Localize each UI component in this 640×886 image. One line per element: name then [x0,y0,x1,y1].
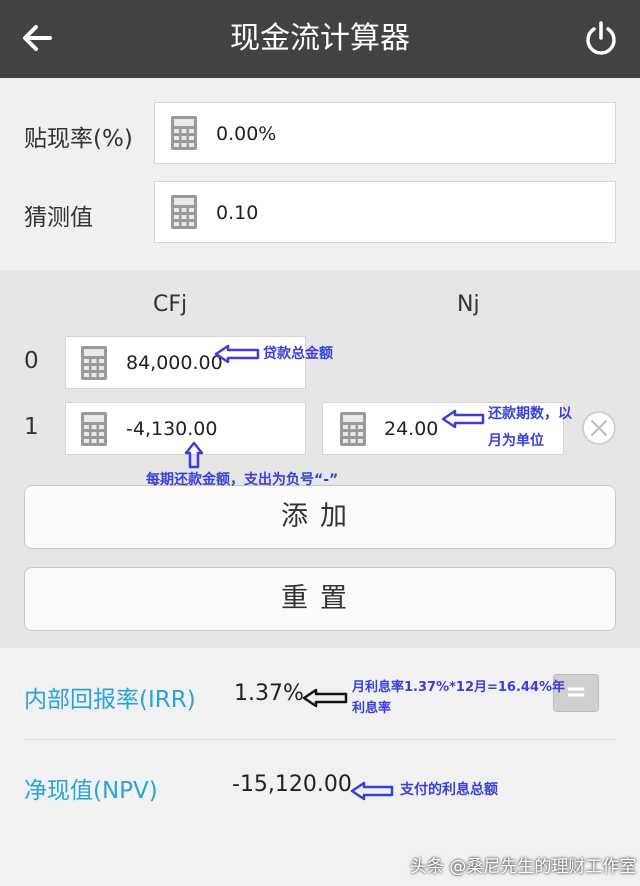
irr-value: 1.37% [234,681,304,706]
nj-column-header: Nj [457,292,480,317]
nj-value-1: 24.00 [384,418,439,440]
power-icon[interactable] [582,20,620,58]
arrow-up-outline-icon [184,441,204,469]
arrow-left-outline-icon [350,781,394,801]
irr-label: 内部回报率(IRR) [24,687,196,713]
page-title: 现金流计算器 [230,21,410,56]
row-index-1: 1 [24,414,39,440]
arrow-left-outline-icon [302,688,348,708]
guess-field[interactable]: 0.10 [154,181,616,243]
annotation-loan-total: 贷款总金额 [263,346,333,362]
guess-label: 猜测值 [24,205,93,231]
calculator-icon[interactable] [81,412,107,446]
npv-label: 净现值(NPV) [24,778,158,804]
watermark: 头条 @桑尼先生的理财工作室 [410,857,637,877]
discount-rate-label: 贴现率(%) [24,126,133,152]
annotation-periods-line1: 还款期数，以 [488,406,572,422]
reset-button[interactable]: 重置 [24,567,616,631]
arrow-left-outline-icon [214,344,260,364]
annotation-irr-line2: 利息率 [352,701,392,716]
results-divider [24,739,616,740]
annotation-irr-line1: 月利息率1.37%*12月=16.44%年 [352,680,566,695]
close-circle-icon[interactable] [581,410,617,446]
calculator-icon[interactable] [81,346,107,380]
cfj-value-1: -4,130.00 [126,418,218,440]
discount-rate-value: 0.00% [216,123,277,145]
guess-value: 0.10 [216,202,259,224]
cfj-column-header: CFj [153,292,188,317]
annotation-periods-line2: 月为单位 [488,433,544,449]
npv-value: -15,120.00 [232,772,352,797]
calculator-icon[interactable] [171,195,197,229]
calculator-icon[interactable] [171,116,197,150]
annotation-payment: 每期还款金额，支出为负号“-” [146,472,339,488]
add-button[interactable]: 添加 [24,485,616,549]
annotation-npv: 支付的利息总额 [400,782,498,798]
cfj-value-0: 84,000.00 [126,352,223,374]
row-index-0: 0 [24,348,39,374]
discount-rate-field[interactable]: 0.00% [154,102,616,164]
arrow-left-icon[interactable] [20,20,56,56]
arrow-left-outline-icon [441,409,485,429]
app-header: 现金流计算器 [0,0,640,78]
calculator-icon[interactable] [340,412,366,446]
